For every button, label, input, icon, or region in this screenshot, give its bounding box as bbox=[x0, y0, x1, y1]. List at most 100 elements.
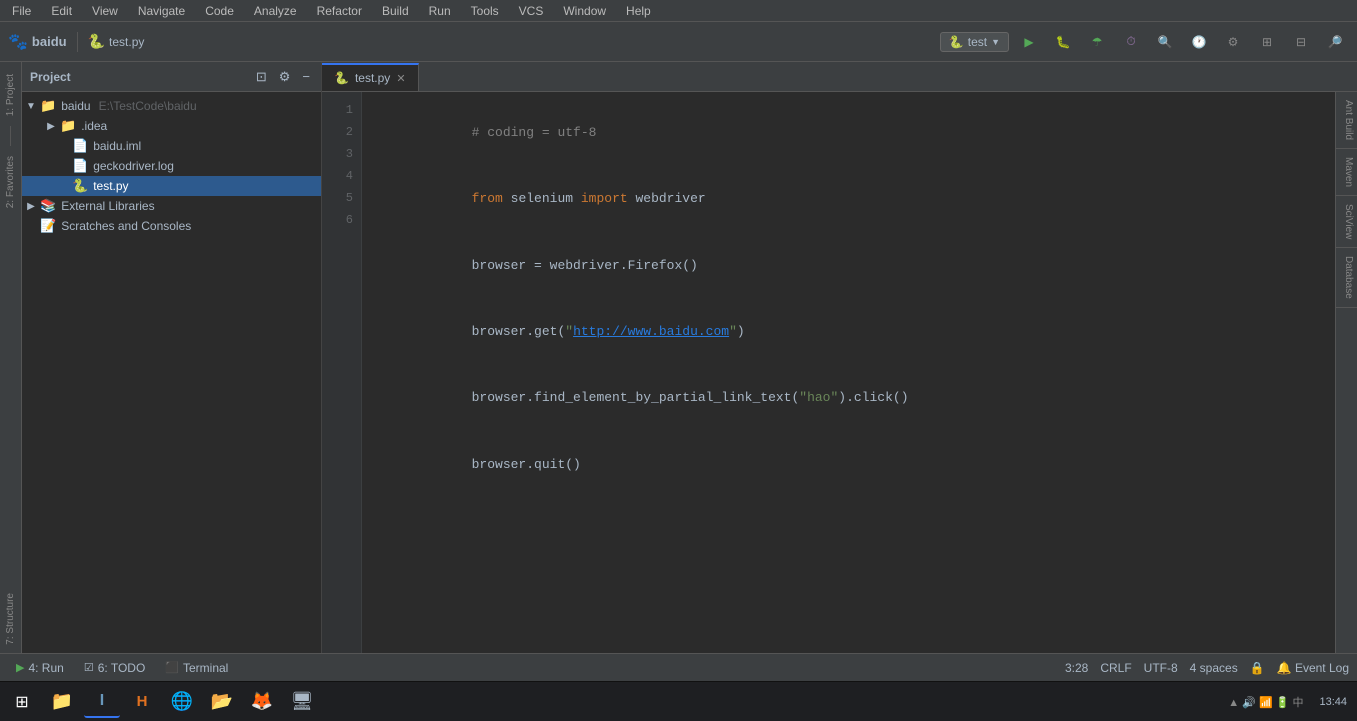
tree-label-idea: .idea bbox=[81, 119, 107, 133]
project-settings-btn[interactable]: ⚙ bbox=[276, 68, 294, 86]
editor-content[interactable]: 1 2 3 4 5 6 # coding = utf-8 from seleni… bbox=[322, 92, 1335, 653]
menu-vcs[interactable]: VCS bbox=[515, 3, 548, 19]
run-config-selector[interactable]: 🐍 test ▼ bbox=[940, 32, 1009, 52]
tab-label: test.py bbox=[355, 71, 390, 85]
taskbar: ⊞ 📁 I H 🌐 📂 🦊 🖥 ▲ 🔊 📶 🔋 中 13:44 bbox=[0, 681, 1357, 721]
menu-refactor[interactable]: Refactor bbox=[313, 3, 366, 19]
tree-label-baidu: baidu bbox=[61, 99, 90, 113]
menu-window[interactable]: Window bbox=[559, 3, 610, 19]
main-area: 1: Project 2: Favorites 7: Structure Pro… bbox=[0, 62, 1357, 653]
bookmark-button[interactable]: 🕐 bbox=[1185, 28, 1213, 56]
project-tab-vertical[interactable]: 1: Project bbox=[3, 66, 18, 124]
run-panel-btn[interactable]: ▶ 4: Run bbox=[8, 659, 72, 677]
indent-info[interactable]: 4 spaces bbox=[1190, 661, 1238, 675]
tree-item-idea[interactable]: ▶ 📁 .idea bbox=[22, 116, 321, 136]
code-browser-assign: browser = webdriver.Firefox() bbox=[472, 258, 698, 273]
menu-help[interactable]: Help bbox=[622, 3, 655, 19]
menubar: File Edit View Navigate Code Analyze Ref… bbox=[0, 0, 1357, 22]
taskbar-sys-tray: ▲ 🔊 📶 🔋 中 bbox=[1222, 694, 1309, 710]
sys-tray-icons: ▲ 🔊 📶 🔋 中 bbox=[1228, 694, 1303, 710]
file-encoding[interactable]: UTF-8 bbox=[1144, 661, 1178, 675]
nav-breadcrumb: 🐍 test.py bbox=[88, 33, 145, 50]
line-separator[interactable]: CRLF bbox=[1100, 661, 1131, 675]
bottom-toolbar: ▶ 4: Run ☑ 6: TODO ⬛ Terminal 3:28 CRLF … bbox=[0, 653, 1357, 681]
terminal-panel-btn[interactable]: ⬛ Terminal bbox=[157, 659, 236, 677]
tree-item-scratches[interactable]: ▶ 📝 Scratches and Consoles bbox=[22, 216, 321, 236]
editor-main: 1 2 3 4 5 6 # coding = utf-8 from seleni… bbox=[322, 92, 1357, 653]
editor-tabs: 🐍 test.py ✕ bbox=[322, 62, 1357, 92]
taskbar-explorer[interactable]: 📁 bbox=[44, 686, 80, 718]
arrow-ext-libs: ▶ bbox=[26, 201, 36, 212]
clock-time: 13:44 bbox=[1319, 696, 1347, 708]
iml-icon: 📄 bbox=[72, 138, 88, 154]
favorites-tab-vertical[interactable]: 2: Favorites bbox=[3, 148, 18, 216]
tree-item-testpy[interactable]: ▶ 🐍 test.py bbox=[22, 176, 321, 196]
separator-1 bbox=[77, 32, 78, 52]
folder-icon-idea: 📁 bbox=[60, 118, 76, 134]
event-log-btn[interactable]: 🔔 Event Log bbox=[1277, 661, 1349, 675]
right-tab-maven[interactable]: Maven bbox=[1336, 149, 1357, 196]
event-log-icon: 🔔 bbox=[1277, 661, 1292, 675]
taskbar-firefox[interactable]: 🦊 bbox=[244, 686, 280, 718]
editor-area: 🐍 test.py ✕ 1 2 3 4 5 6 # bbox=[322, 62, 1357, 653]
line-num-5: 5 bbox=[334, 188, 353, 210]
tab-close-btn[interactable]: ✕ bbox=[396, 72, 405, 85]
tree-item-baidu-iml[interactable]: ▶ 📄 baidu.iml bbox=[22, 136, 321, 156]
project-scope-btn[interactable]: ⊡ bbox=[253, 68, 270, 86]
menu-run[interactable]: Run bbox=[425, 3, 455, 19]
code-line-5: browser.find_element_by_partial_link_tex… bbox=[378, 365, 1335, 431]
scratch-icon: 📝 bbox=[40, 218, 56, 234]
logo-icon: 🐾 bbox=[8, 32, 28, 52]
folder-icon-baidu: 📁 bbox=[40, 98, 56, 114]
project-close-btn[interactable]: − bbox=[299, 68, 313, 85]
search-everywhere-button[interactable]: 🔎 bbox=[1321, 28, 1349, 56]
start-button[interactable]: ⊞ bbox=[4, 686, 40, 718]
left-strip: 1: Project 2: Favorites 7: Structure bbox=[0, 62, 22, 653]
taskbar-browser[interactable]: 🌐 bbox=[164, 686, 200, 718]
code-from: from bbox=[472, 191, 511, 206]
coverage-button[interactable]: ☂ bbox=[1083, 28, 1111, 56]
right-tab-ant-build[interactable]: Ant Build bbox=[1336, 92, 1357, 149]
clock: 13:44 bbox=[1313, 696, 1353, 708]
menu-analyze[interactable]: Analyze bbox=[250, 3, 301, 19]
taskbar-h[interactable]: H bbox=[124, 686, 160, 718]
arrow-baidu: ▼ bbox=[26, 101, 36, 112]
menu-view[interactable]: View bbox=[88, 3, 122, 19]
tree-label-iml: baidu.iml bbox=[93, 139, 141, 153]
run-config-icon: 🐍 bbox=[949, 35, 964, 49]
toolbar: 🐾 baidu 🐍 test.py 🐍 test ▼ ▶ 🐛 ☂ ⏱ 🔍 🕐 ⚙… bbox=[0, 22, 1357, 62]
taskbar-intellij[interactable]: I bbox=[84, 686, 120, 718]
menu-tools[interactable]: Tools bbox=[467, 3, 503, 19]
project-tree: ▼ 📁 baidu E:\TestCode\baidu ▶ 📁 .idea ▶ … bbox=[22, 92, 321, 653]
code-area[interactable]: # coding = utf-8 from selenium import we… bbox=[362, 92, 1335, 653]
editor-tab-testpy[interactable]: 🐍 test.py ✕ bbox=[322, 63, 419, 91]
menu-edit[interactable]: Edit bbox=[47, 3, 76, 19]
right-tab-sciview[interactable]: SciView bbox=[1336, 196, 1357, 248]
tree-item-external-libs[interactable]: ▶ 📚 External Libraries bbox=[22, 196, 321, 216]
code-line-2: from selenium import webdriver bbox=[378, 166, 1335, 232]
menu-code[interactable]: Code bbox=[201, 3, 238, 19]
debug-button[interactable]: 🐛 bbox=[1049, 28, 1077, 56]
menu-navigate[interactable]: Navigate bbox=[134, 3, 189, 19]
right-tab-database[interactable]: Database bbox=[1336, 248, 1357, 308]
restore-button[interactable]: ⊟ bbox=[1287, 28, 1315, 56]
terminal-label: Terminal bbox=[183, 661, 228, 675]
find-usages-button[interactable]: 🔍 bbox=[1151, 28, 1179, 56]
profile-button[interactable]: ⏱ bbox=[1117, 28, 1145, 56]
taskbar-folder[interactable]: 📂 bbox=[204, 686, 240, 718]
code-line-4: browser.get("http://www.baidu.com") bbox=[378, 299, 1335, 365]
taskbar-pycharm[interactable]: 🖥 bbox=[284, 686, 320, 718]
menu-build[interactable]: Build bbox=[378, 3, 413, 19]
structure-tab-vertical[interactable]: 7: Structure bbox=[3, 585, 18, 653]
tree-item-geckodriver[interactable]: ▶ 📄 geckodriver.log bbox=[22, 156, 321, 176]
expand-button[interactable]: ⊞ bbox=[1253, 28, 1281, 56]
tree-item-baidu[interactable]: ▼ 📁 baidu E:\TestCode\baidu bbox=[22, 96, 321, 116]
run-button[interactable]: ▶ bbox=[1015, 28, 1043, 56]
settings-button[interactable]: ⚙ bbox=[1219, 28, 1247, 56]
tree-detail-baidu: E:\TestCode\baidu bbox=[99, 99, 197, 113]
caret-position[interactable]: 3:28 bbox=[1065, 661, 1088, 675]
menu-file[interactable]: File bbox=[8, 3, 35, 19]
code-url: http://www.baidu.com bbox=[573, 324, 729, 339]
todo-panel-btn[interactable]: ☑ 6: TODO bbox=[76, 659, 153, 677]
tree-label-geckodriver: geckodriver.log bbox=[93, 159, 174, 173]
